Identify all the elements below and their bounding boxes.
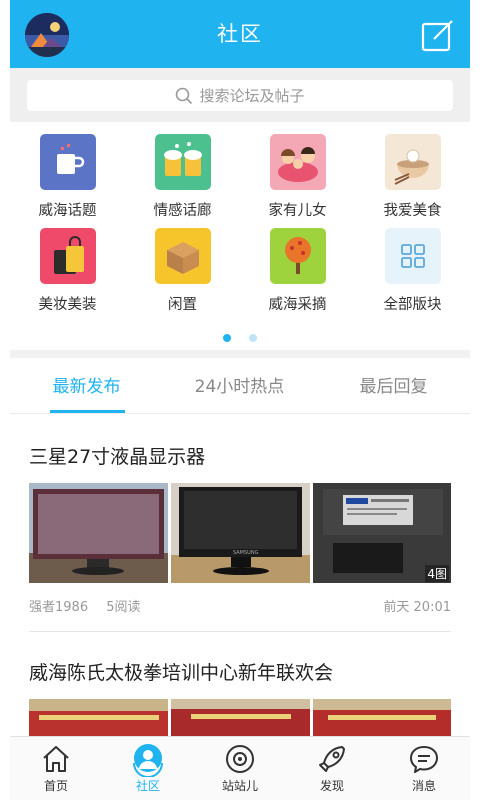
grid-icon (384, 228, 441, 284)
home-icon (43, 746, 69, 772)
tab-24h-hot[interactable]: 24小时热点 (163, 358, 316, 414)
nav-label: 社区 (135, 779, 160, 793)
category-family[interactable]: 家有儿女 (240, 134, 355, 220)
app-frame: 社区 搜索论坛及帖子 威海话题 情感话廊 家有儿女 我爱美食 美妆美装 闲置 威… (10, 0, 470, 800)
nav-label: 站站儿 (221, 779, 258, 793)
category-food[interactable]: 我爱美食 (355, 134, 470, 220)
post-meta: 强者1986 5阅读 (29, 596, 155, 615)
post-image[interactable]: SAMSUNG (171, 483, 310, 583)
category-picking[interactable]: 威海采摘 (240, 228, 355, 314)
post-image[interactable] (29, 699, 168, 736)
search-icon (176, 87, 193, 104)
top-bar: 社区 (10, 0, 470, 68)
category-weihai-topic[interactable]: 威海话题 (10, 134, 125, 220)
active-tab-indicator (50, 410, 125, 413)
category-emotion[interactable]: 情感话廊 (125, 134, 240, 220)
tree-icon (269, 228, 326, 284)
nav-label: 首页 (43, 779, 68, 793)
category-grid: 威海话题 情感话廊 家有儿女 我爱美食 美妆美装 闲置 威海采摘 全部版块 (10, 122, 470, 350)
message-icon (410, 746, 438, 773)
category-label: 威海采摘 (268, 297, 327, 313)
category-idle[interactable]: 闲置 (125, 228, 240, 314)
station-icon (226, 745, 254, 773)
category-label: 威海话题 (38, 203, 97, 219)
post-title[interactable]: 三星27寸液晶显示器 (29, 442, 205, 469)
svg-text:SAMSUNG: SAMSUNG (233, 550, 259, 556)
post-image[interactable] (313, 699, 451, 736)
cup-icon (39, 134, 96, 190)
post-image[interactable] (171, 699, 310, 736)
page-title: 社区 (217, 22, 263, 46)
category-beauty[interactable]: 美妆美装 (10, 228, 125, 314)
image-count-badge: 4图 (425, 565, 449, 582)
nav-discover[interactable]: 发现 (286, 737, 378, 800)
nav-label: 消息 (411, 779, 436, 793)
nav-home[interactable]: 首页 (10, 737, 102, 800)
box-icon (154, 228, 211, 284)
category-label: 情感话廊 (153, 203, 212, 219)
search-input[interactable]: 搜索论坛及帖子 (27, 80, 453, 111)
nav-station[interactable]: 站站儿 (194, 737, 286, 800)
section-separator (10, 350, 470, 358)
post-image[interactable]: 4图 (313, 483, 451, 583)
page-indicator (10, 327, 470, 346)
page-dot[interactable] (248, 334, 257, 342)
post-divider (29, 631, 451, 632)
post-image[interactable] (29, 483, 168, 583)
page-dot-active[interactable] (223, 334, 232, 342)
category-label: 美妆美装 (38, 297, 97, 313)
beer-icon (154, 134, 211, 190)
tab-latest[interactable]: 最新发布 (10, 358, 163, 414)
feed-tabs: 最新发布 24小时热点 最后回复 (10, 358, 470, 414)
post-author[interactable]: 强者1986 (29, 600, 88, 615)
rocket-icon (319, 746, 345, 772)
compose-icon[interactable] (420, 18, 456, 54)
category-label: 我爱美食 (383, 203, 442, 219)
search-placeholder: 搜索论坛及帖子 (199, 87, 305, 105)
post-time: 前天 20:01 (383, 600, 451, 615)
category-label: 闲置 (168, 297, 197, 313)
community-icon (133, 744, 163, 777)
search-area: 搜索论坛及帖子 (10, 68, 470, 122)
category-all[interactable]: 全部版块 (355, 228, 470, 314)
bottom-nav: 首页 社区 站站儿 发现 消息 (10, 736, 470, 800)
tab-last-reply[interactable]: 最后回复 (317, 358, 470, 414)
family-icon (269, 134, 326, 190)
nav-community[interactable]: 社区 (102, 737, 194, 800)
food-icon (384, 134, 441, 190)
nav-label: 发现 (319, 779, 344, 793)
bag-icon (39, 228, 96, 284)
post-title[interactable]: 威海陈氏太极拳培训中心新年联欢会 (29, 658, 333, 685)
post-reads: 5阅读 (106, 600, 141, 615)
category-label: 家有儿女 (268, 203, 327, 219)
nav-messages[interactable]: 消息 (378, 737, 470, 800)
category-label: 全部版块 (383, 297, 442, 313)
